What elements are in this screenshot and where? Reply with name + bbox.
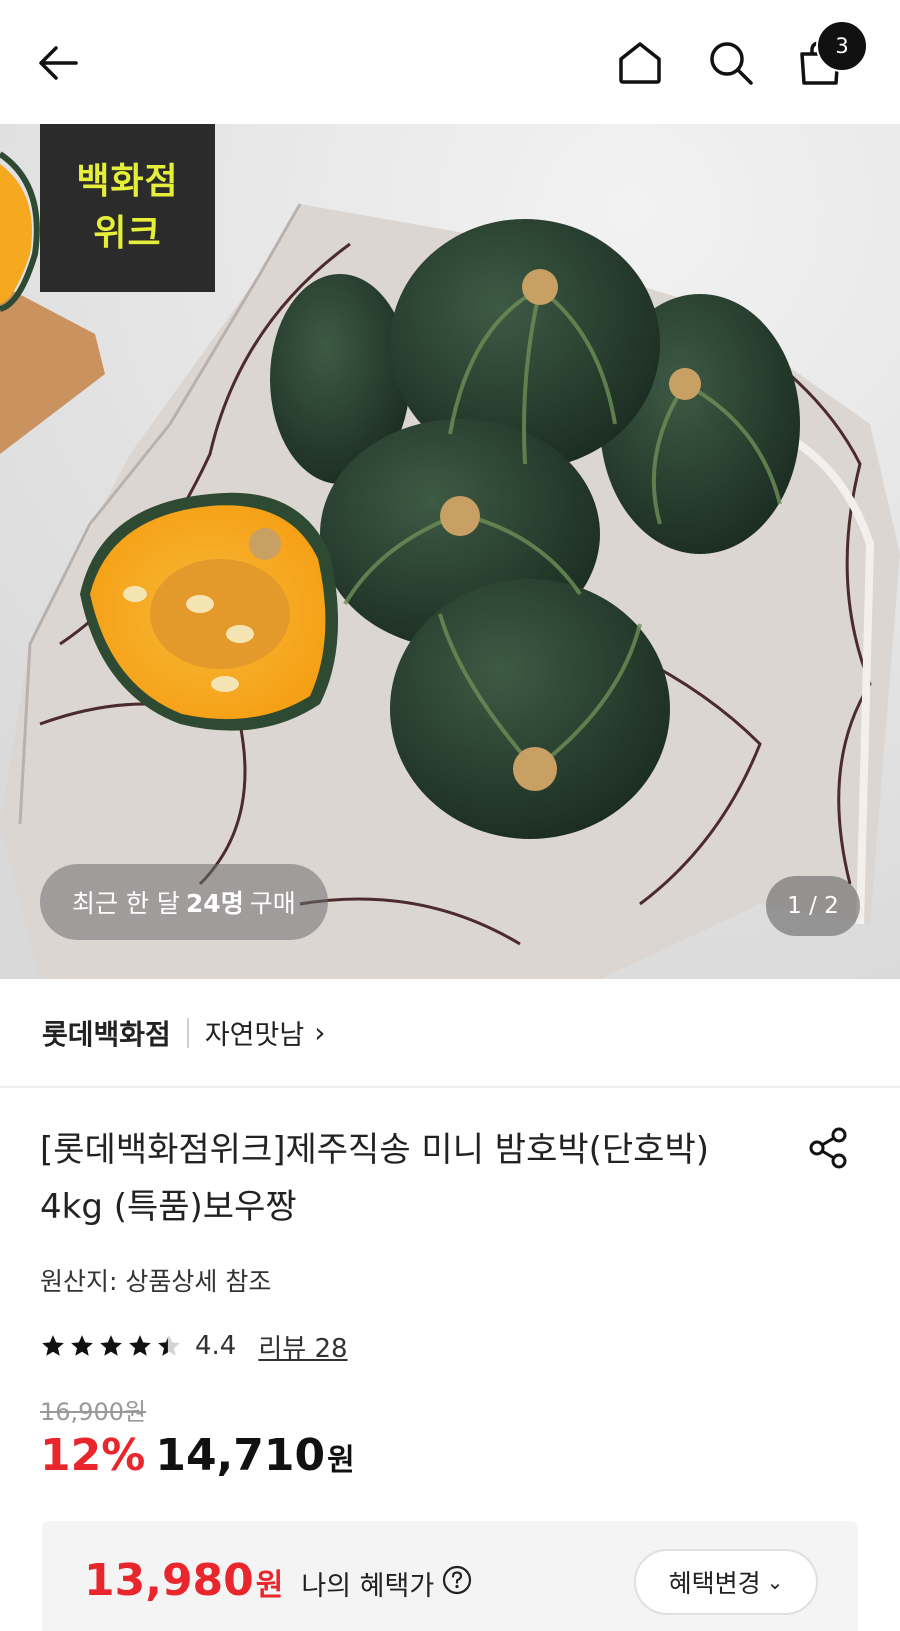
- buyers-prefix: 최근 한 달: [72, 889, 180, 918]
- search-icon: [710, 42, 753, 85]
- rating-row: 4.4 리뷰 28: [40, 1328, 348, 1364]
- price-row: 12% 14,710 원: [40, 1430, 355, 1481]
- change-benefit-label: 혜택변경: [668, 1569, 761, 1598]
- search-button[interactable]: [703, 35, 759, 91]
- benefit-price-row: 13,980 원 나의 혜택가: [84, 1555, 472, 1606]
- benefit-label: 나의 혜택가: [301, 1571, 435, 1602]
- chevron-down-icon: ⌄: [766, 1570, 784, 1594]
- star-icon: [100, 1335, 122, 1356]
- star-icon: [129, 1335, 151, 1356]
- benefit-price-unit: 원: [255, 1568, 284, 1603]
- brand-divider: [186, 1017, 189, 1048]
- rating-value: 4.4: [195, 1331, 237, 1361]
- promo-tag: 백화점 위크: [40, 124, 215, 292]
- home-button[interactable]: [612, 35, 668, 91]
- share-button[interactable]: [800, 1120, 856, 1176]
- origin-info: 원산지: 상품상세 참조: [40, 1267, 272, 1296]
- brand-row[interactable]: 롯데백화점 자연맛남 ›: [0, 979, 900, 1088]
- arrow-left-icon: [39, 46, 78, 80]
- chevron-right-icon: ›: [314, 1016, 326, 1049]
- price-unit: 원: [327, 1443, 355, 1478]
- star-half-icon: [158, 1335, 180, 1356]
- sale-price: 14,710: [155, 1430, 326, 1481]
- star-icon: [42, 1335, 64, 1356]
- review-count-link[interactable]: 리뷰 28: [258, 1328, 347, 1365]
- star-icon: [71, 1335, 93, 1356]
- brand-store-link[interactable]: 자연맛남: [205, 1013, 304, 1052]
- top-app-bar: 3: [0, 0, 900, 124]
- cart-count-badge: 3: [816, 20, 868, 72]
- benefit-price: 13,980: [84, 1555, 254, 1606]
- recent-buyers-badge: 최근 한 달 24명 구매: [40, 864, 328, 940]
- buyers-count: 24명: [185, 889, 244, 918]
- promo-tag-line1: 백화점: [76, 161, 179, 202]
- discount-rate: 12%: [40, 1430, 146, 1481]
- benefit-price-box: 13,980 원 나의 혜택가 혜택변경 ⌄: [42, 1521, 858, 1631]
- change-benefit-button[interactable]: 혜택변경 ⌄: [634, 1549, 818, 1615]
- original-price: 16,900원: [40, 1398, 147, 1426]
- home-icon: [619, 42, 661, 84]
- share-icon: [809, 1127, 847, 1169]
- question-circle-icon[interactable]: [442, 1565, 472, 1595]
- rating-stars: [40, 1333, 185, 1359]
- product-image-carousel[interactable]: 백화점 위크 최근 한 달 24명 구매 1 / 2: [0, 124, 900, 979]
- back-button[interactable]: [30, 35, 86, 91]
- brand-name[interactable]: 롯데백화점: [42, 1013, 171, 1053]
- product-title: [롯데백화점위크]제주직송 미니 밤호박(단호박) 4kg (특품)보우짱: [40, 1130, 709, 1227]
- promo-tag-line2: 위크: [93, 213, 162, 254]
- image-page-indicator: 1 / 2: [766, 876, 860, 936]
- buyers-suffix: 구매: [249, 889, 296, 918]
